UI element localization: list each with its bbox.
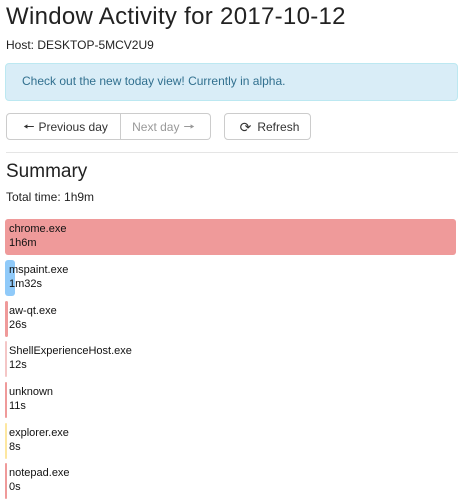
app-name: mspaint.exe [9, 264, 69, 276]
app-name: ShellExperienceHost.exe [9, 345, 132, 357]
alert-message: Check out the new today view! Currently … [22, 74, 286, 88]
app-duration: 26s [9, 319, 27, 331]
next-day-button[interactable]: Next day 🠖 [121, 113, 211, 140]
day-navigation: 🠔 Previous day Next day 🠖 [6, 113, 211, 140]
app-name: explorer.exe [9, 427, 69, 439]
app-duration: 1h6m [9, 237, 37, 249]
app-duration: 12s [9, 359, 27, 371]
summary-heading: Summary [6, 161, 88, 182]
refresh-icon: ⟳ [239, 118, 252, 135]
app-duration: 0s [9, 481, 21, 493]
app-name: chrome.exe [9, 223, 67, 235]
previous-day-label: Previous day [38, 119, 108, 134]
usage-bar [5, 463, 7, 499]
section-divider [6, 152, 458, 153]
app-duration: 8s [9, 441, 21, 453]
app-duration: 11s [9, 400, 26, 412]
host-label: Host: DESKTOP-5MCV2U9 [6, 38, 154, 52]
refresh-label: Refresh [257, 119, 300, 134]
info-alert: Check out the new today view! Currently … [5, 63, 458, 101]
app-name: notepad.exe [9, 467, 70, 479]
usage-bar [5, 219, 456, 255]
refresh-button[interactable]: ⟳ Refresh [224, 113, 311, 140]
usage-bar [5, 341, 7, 377]
app-name: unknown [9, 386, 54, 398]
usage-bar [5, 301, 8, 337]
usage-bar [5, 423, 7, 459]
previous-day-button[interactable]: 🠔 Previous day [6, 113, 121, 140]
usage-bar [5, 382, 7, 418]
page-title: Window Activity for 2017-10-12 [6, 3, 346, 30]
next-day-label: Next day [132, 119, 180, 134]
arrow-left-icon: 🠔 [23, 119, 35, 134]
app-name: aw-qt.exe [9, 305, 57, 317]
arrow-right-icon: 🠖 [183, 119, 195, 134]
app-duration: 1m32s [9, 278, 43, 290]
total-time: Total time: 1h9m [6, 190, 95, 204]
